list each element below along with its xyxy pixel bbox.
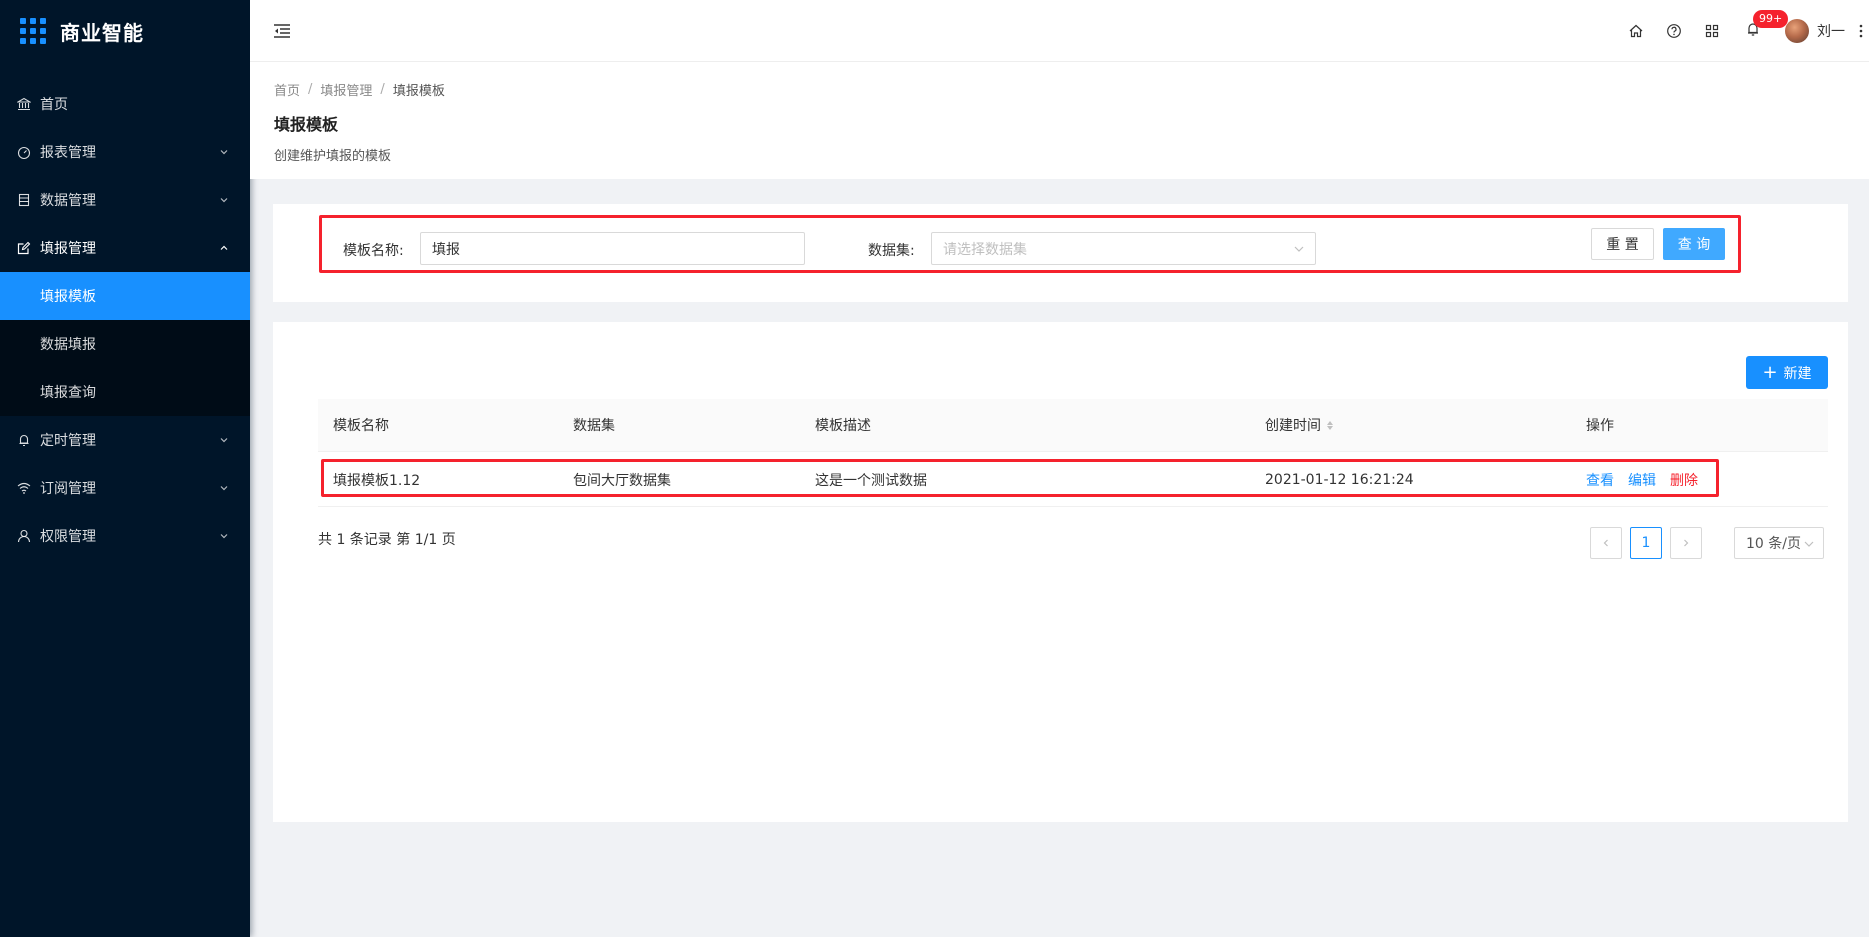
chevron-left-icon <box>1603 539 1608 547</box>
dashboard-icon <box>16 144 32 160</box>
chevron-down-icon <box>218 194 230 206</box>
sidebar-item-schedule[interactable]: 定时管理 <box>0 416 250 464</box>
prev-page-button[interactable] <box>1590 527 1622 559</box>
form-icon <box>16 240 32 256</box>
chevron-down-icon <box>218 530 230 542</box>
pagination-summary: 共 1 条记录 第 1/1 页 <box>318 532 456 548</box>
column-header-actions: 操作 <box>1586 418 1614 434</box>
breadcrumb-separator: / <box>308 82 313 97</box>
apps-icon[interactable] <box>1693 0 1731 62</box>
edit-link[interactable]: 编辑 <box>1628 470 1656 490</box>
table-row: 填报模板1.12 包间大厅数据集 这是一个测试数据 2021-01-12 16:… <box>318 453 1828 507</box>
page-header: 首页 / 填报管理 / 填报模板 填报模板 创建维护填报的模板 <box>250 62 1869 179</box>
database-icon <box>16 192 32 208</box>
logo[interactable]: 商业智能 <box>0 0 250 62</box>
chevron-down-icon <box>218 482 230 494</box>
delete-link[interactable]: 删除 <box>1670 470 1698 490</box>
page-size-select[interactable]: 10 条/页 <box>1734 527 1824 559</box>
sidebar-item-data[interactable]: 数据管理 <box>0 176 250 224</box>
apps-grid-icon <box>20 18 46 44</box>
sidebar-item-data-fill[interactable]: 数据填报 <box>0 320 250 368</box>
table-header: 模板名称 数据集 模板描述 创建时间 操作 <box>318 399 1828 452</box>
chevron-up-icon <box>218 242 230 254</box>
chevron-right-icon <box>1684 539 1689 547</box>
fill-management-submenu: 填报模板 数据填报 填报查询 <box>0 272 250 416</box>
breadcrumb-current: 填报模板 <box>392 84 445 99</box>
template-name-label: 模板名称: <box>343 243 404 259</box>
bank-icon <box>16 96 32 112</box>
bell-icon <box>16 432 32 448</box>
sidebar-item-fill-query[interactable]: 填报查询 <box>0 368 250 416</box>
sidebar-item-fill-template[interactable]: 填报模板 <box>0 272 250 320</box>
column-header-created[interactable]: 创建时间 <box>1265 399 1333 451</box>
view-link[interactable]: 查看 <box>1586 470 1614 490</box>
sidebar: 商业智能 首页 报表管理 数据管理 填报管理 填报模板 数据填报 填报查询 定时… <box>0 0 250 937</box>
breadcrumb-fill-management[interactable]: 填报管理 <box>320 80 372 99</box>
column-header-name: 模板名称 <box>333 418 389 434</box>
plus-icon: + <box>1762 361 1778 383</box>
column-header-description: 模板描述 <box>815 418 871 434</box>
help-icon[interactable] <box>1655 0 1693 62</box>
next-page-button[interactable] <box>1670 527 1702 559</box>
template-name-input[interactable]: 填报 <box>420 232 805 265</box>
home-icon[interactable] <box>1617 0 1655 62</box>
cell-created: 2021-01-12 16:21:24 <box>1265 471 1414 488</box>
user-icon <box>16 528 32 544</box>
page-number-button[interactable]: 1 <box>1630 527 1662 559</box>
dataset-label: 数据集: <box>868 243 915 259</box>
breadcrumb: 首页 / 填报管理 / 填报模板 <box>274 80 1845 99</box>
breadcrumb-home[interactable]: 首页 <box>274 80 300 99</box>
breadcrumb-separator: / <box>380 82 385 97</box>
sidebar-item-fill-management[interactable]: 填报管理 <box>0 224 250 272</box>
more-vertical-icon[interactable] <box>1853 0 1869 62</box>
chevron-down-icon <box>218 434 230 446</box>
chevron-down-icon <box>1803 538 1815 550</box>
new-button[interactable]: + 新建 <box>1746 356 1828 389</box>
notification-badge: 99+ <box>1753 10 1789 28</box>
pagination: 1 10 条/页 <box>1582 527 1824 559</box>
avatar[interactable] <box>1785 19 1809 43</box>
chevron-down-icon <box>218 146 230 158</box>
cell-description: 这是一个测试数据 <box>815 472 927 489</box>
sidebar-item-subscription[interactable]: 订阅管理 <box>0 464 250 512</box>
sort-icon[interactable] <box>1327 420 1333 430</box>
dataset-select[interactable]: 请选择数据集 <box>931 232 1316 265</box>
sidebar-item-reports[interactable]: 报表管理 <box>0 128 250 176</box>
query-button[interactable]: 查 询 <box>1663 228 1725 260</box>
notifications-button[interactable]: 99+ <box>1731 0 1789 62</box>
menu-fold-icon[interactable] <box>272 21 292 41</box>
cell-actions: 查看 编辑 删除 <box>1586 453 1712 506</box>
column-header-dataset: 数据集 <box>573 418 615 434</box>
wifi-icon <box>16 480 32 496</box>
page-description: 创建维护填报的模板 <box>274 149 392 164</box>
app-title: 商业智能 <box>60 20 144 45</box>
cell-name: 填报模板1.12 <box>333 472 421 489</box>
sidebar-menu: 首页 报表管理 数据管理 填报管理 填报模板 数据填报 填报查询 定时管理 订阅… <box>0 80 250 560</box>
search-card: 模板名称: 填报 数据集: 请选择数据集 重 置 查 询 <box>273 204 1848 302</box>
cell-dataset: 包间大厅数据集 <box>573 472 671 489</box>
page-title: 填报模板 <box>274 115 339 134</box>
top-header: 99+ 刘一 <box>250 0 1869 62</box>
chevron-down-icon <box>1293 243 1305 255</box>
sidebar-item-permissions[interactable]: 权限管理 <box>0 512 250 560</box>
table-card: + 新建 模板名称 数据集 模板描述 创建时间 操作 填报模板1.12 包间大厅… <box>273 322 1848 822</box>
username[interactable]: 刘一 <box>1817 21 1845 41</box>
sidebar-item-home[interactable]: 首页 <box>0 80 250 128</box>
reset-button[interactable]: 重 置 <box>1591 228 1654 260</box>
header-actions: 99+ 刘一 <box>1617 0 1869 62</box>
